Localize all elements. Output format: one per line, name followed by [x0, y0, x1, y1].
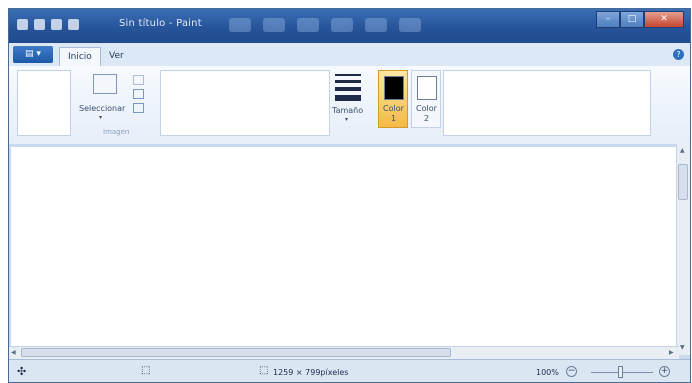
taskbar-ghost-icons: [229, 18, 421, 32]
color-palette-panel: [443, 70, 651, 136]
ghost-icon: [365, 18, 387, 32]
zoom-in-button[interactable]: +: [659, 366, 670, 377]
color1-button[interactable]: Color 1: [378, 70, 408, 128]
scroll-left-icon[interactable]: ◀: [11, 349, 16, 356]
color1-label: Color: [383, 104, 404, 113]
select-dropdown-arrow[interactable]: ▾: [99, 114, 102, 121]
color2-number: 2: [424, 114, 430, 123]
ghost-icon: [297, 18, 319, 32]
resize-icon[interactable]: [133, 89, 144, 99]
ghost-icon: [229, 18, 251, 32]
ghost-icon: [399, 18, 421, 32]
color1-swatch: [384, 76, 404, 100]
save-icon[interactable]: [34, 19, 45, 30]
image-group-label: Imagen: [103, 128, 130, 136]
color2-label: Color: [416, 104, 437, 113]
paint-menu-icon: ▤ ▾: [25, 49, 41, 59]
vertical-scrollbar[interactable]: ▲ ▼: [676, 144, 690, 355]
horizontal-scroll-thumb[interactable]: [21, 348, 451, 357]
minimize-button[interactable]: –: [596, 11, 620, 28]
tab-inicio[interactable]: Inicio: [59, 47, 101, 66]
app-icon[interactable]: [17, 19, 28, 30]
crop-icon[interactable]: [133, 75, 144, 85]
scroll-right-icon[interactable]: ▶: [669, 349, 674, 356]
scroll-up-icon[interactable]: ▲: [680, 147, 685, 154]
horizontal-scrollbar[interactable]: ◀ ▶: [9, 346, 679, 359]
title-bar[interactable]: Sin título - Paint – □ ✕: [9, 9, 690, 43]
scroll-down-icon[interactable]: ▼: [680, 344, 685, 351]
select-icon[interactable]: [93, 74, 117, 94]
undo-icon[interactable]: [51, 19, 62, 30]
help-icon[interactable]: ?: [673, 49, 684, 60]
line-size-icon: [335, 95, 361, 101]
redo-icon[interactable]: [68, 19, 79, 30]
line-size-icon: [335, 80, 361, 83]
line-size-icon: [335, 87, 361, 91]
canvas-area: [9, 144, 679, 355]
ghost-icon: [331, 18, 353, 32]
cursor-position-icon: ✣: [17, 365, 27, 378]
paint-window: Sin título - Paint – □ ✕ ▤ ▾ Inicio Ver …: [8, 8, 691, 383]
canvas-dimensions: 1259 × 799píxeles: [273, 368, 349, 377]
ribbon: Seleccionar ▾ Imagen Tamaño ▾ Color 1 Co…: [9, 66, 690, 145]
drawing-canvas[interactable]: [11, 147, 677, 353]
color2-button[interactable]: Color 2: [411, 70, 441, 128]
maximize-button[interactable]: □: [620, 11, 644, 28]
vertical-scroll-thumb[interactable]: [678, 164, 688, 200]
size-dropdown-arrow: ▾: [345, 116, 349, 123]
quick-access-toolbar: [17, 19, 79, 30]
select-label[interactable]: Seleccionar: [79, 104, 125, 113]
size-label: Tamaño: [332, 106, 364, 115]
clipboard-group: [17, 70, 71, 136]
zoom-out-button[interactable]: −: [566, 366, 577, 377]
color2-swatch: [417, 76, 437, 100]
canvas-size-icon: ⬚: [259, 365, 269, 376]
tools-shapes-panel: [160, 70, 330, 136]
ghost-icon: [263, 18, 285, 32]
window-title: Sin título - Paint: [119, 18, 202, 29]
rotate-icon[interactable]: [133, 103, 144, 113]
selection-size-icon: ⬚: [141, 365, 151, 376]
zoom-slider-thumb[interactable]: [618, 366, 623, 378]
window-controls: – □ ✕: [596, 11, 684, 28]
line-size-icon: [335, 74, 361, 76]
status-bar: ✣ ⬚ ⬚ 1259 × 799píxeles 100% − +: [9, 359, 690, 382]
paint-menu-button[interactable]: ▤ ▾: [13, 46, 53, 63]
zoom-level: 100%: [536, 368, 559, 377]
close-button[interactable]: ✕: [644, 11, 684, 28]
tab-ver[interactable]: Ver: [101, 47, 132, 66]
color1-number: 1: [391, 114, 397, 123]
ribbon-tabs: ▤ ▾ Inicio Ver ?: [9, 43, 690, 67]
